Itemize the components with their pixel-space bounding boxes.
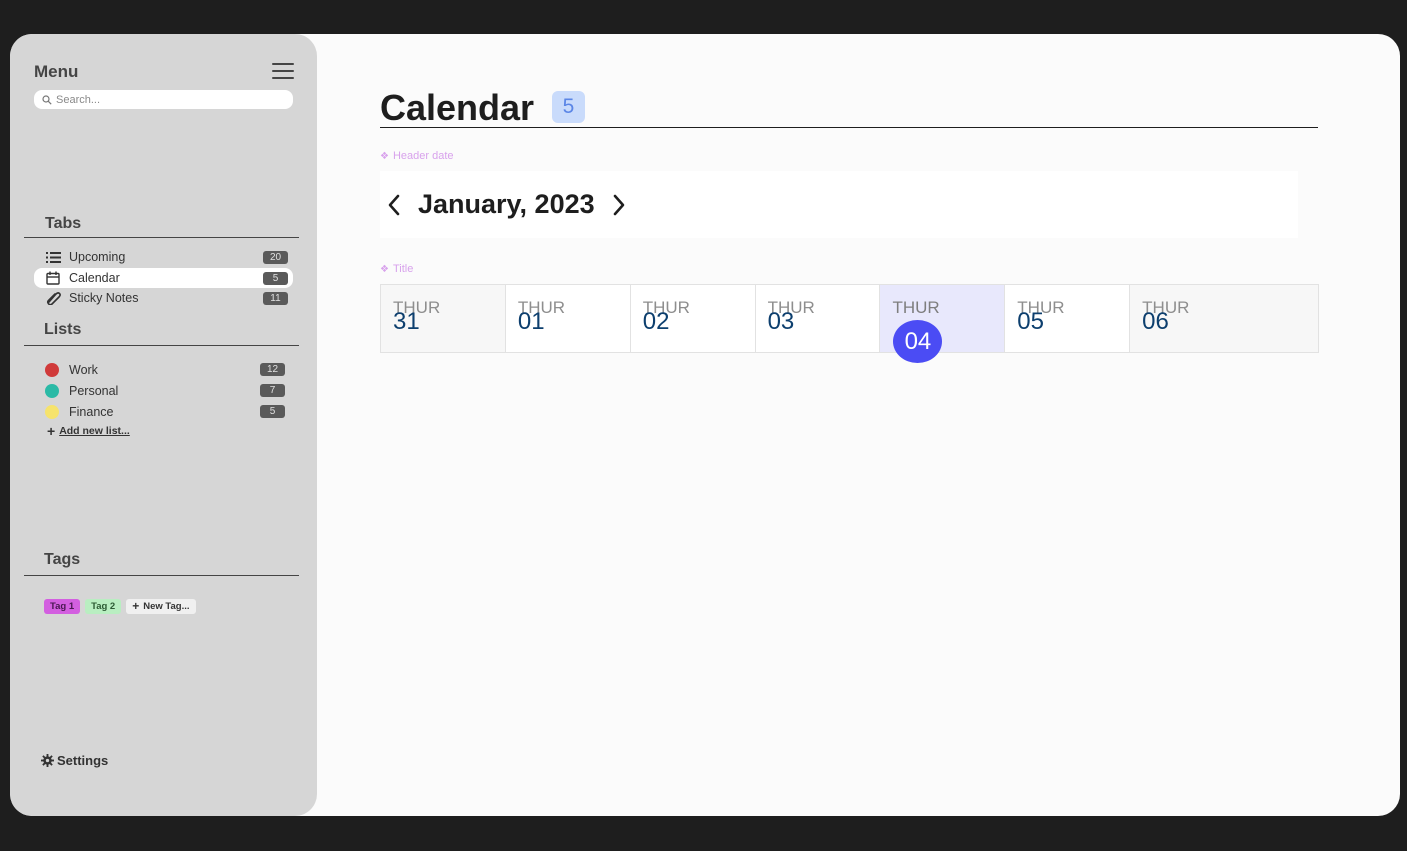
sidebar: Menu Tabs Upcoming 20 <box>10 34 317 816</box>
list-item-label: Personal <box>69 384 119 398</box>
component-diamond-icon: ❖ <box>380 263 389 275</box>
tag-chip-1[interactable]: Tag 1 <box>44 599 81 614</box>
count-badge: 5 <box>260 405 285 418</box>
day-cell[interactable]: THUR 02 <box>630 285 756 352</box>
count-badge: 5 <box>552 91 585 123</box>
finance-color-dot <box>45 405 59 419</box>
plus-icon: + <box>47 423 56 439</box>
page-title: Calendar <box>380 87 535 128</box>
search-icon <box>42 94 52 105</box>
tabs-divider <box>24 237 299 238</box>
count-badge: 11 <box>263 292 288 305</box>
next-month-button[interactable] <box>607 193 631 217</box>
day-cell[interactable]: THUR 31 <box>381 285 506 352</box>
list-item-label: Finance <box>69 405 114 419</box>
component-label-text: Title <box>392 263 414 275</box>
gear-icon <box>41 754 54 767</box>
count-badge: 20 <box>263 251 288 264</box>
list-item-work[interactable]: Work 12 <box>45 361 285 379</box>
day-number: 05 <box>1017 308 1044 335</box>
search-box[interactable] <box>34 90 293 109</box>
new-tag-label: New Tag... <box>143 601 190 612</box>
paperclip-icon <box>45 291 61 305</box>
month-label: January, 2023 <box>418 189 595 219</box>
list-item-finance[interactable]: Finance 5 <box>45 403 285 421</box>
search-input[interactable] <box>56 93 276 106</box>
sidebar-item-calendar[interactable]: Calendar 5 <box>34 268 293 288</box>
calendar-icon <box>45 271 61 285</box>
prev-month-button[interactable] <box>382 193 406 217</box>
list-item-personal[interactable]: Personal 7 <box>45 382 285 400</box>
sidebar-item-sticky-notes[interactable]: Sticky Notes 11 <box>34 288 293 308</box>
sidebar-item-label: Calendar <box>69 271 120 285</box>
hamburger-menu-icon[interactable] <box>272 63 294 81</box>
header-date: January, 2023 <box>380 171 1298 238</box>
component-label-text: Header date <box>392 150 454 162</box>
lists-divider <box>24 345 299 346</box>
plus-icon: + <box>132 599 140 613</box>
day-number: 01 <box>517 308 545 335</box>
add-list-label: Add new list... <box>59 425 130 437</box>
title-divider <box>380 127 1318 128</box>
sidebar-item-label: Upcoming <box>69 250 126 264</box>
tabs-section-title: Tabs <box>45 215 82 232</box>
menu-title: Menu <box>34 62 79 81</box>
tags-section-title: Tags <box>44 551 81 568</box>
settings-label: Settings <box>57 753 109 768</box>
day-cell[interactable]: THUR 05 <box>1005 285 1131 352</box>
lists-section-title: Lists <box>44 321 82 338</box>
tag-chip-2[interactable]: Tag 2 <box>85 599 122 614</box>
list-item-label: Work <box>69 363 98 377</box>
day-number: 03 <box>767 308 795 335</box>
count-badge: 12 <box>260 363 285 376</box>
settings-button[interactable]: Settings <box>41 753 108 768</box>
component-label-title: ❖ Title <box>380 263 413 275</box>
new-tag-button[interactable]: + New Tag... <box>126 599 196 614</box>
week-strip: THUR 31 THUR 01 THUR 02 THUR 03 THUR 04 … <box>380 284 1319 363</box>
day-cell[interactable]: THUR 01 <box>505 285 631 352</box>
day-cell[interactable]: THUR 03 <box>755 285 881 352</box>
count-badge: 7 <box>260 384 285 397</box>
personal-color-dot <box>45 384 59 398</box>
day-cell[interactable]: THUR 06 <box>1130 285 1318 352</box>
chevron-left-icon <box>388 194 400 215</box>
component-label-header-date: ❖ Header date <box>380 150 454 162</box>
count-badge: 5 <box>263 272 288 285</box>
tag-row: Tag 1 Tag 2 + New Tag... <box>44 599 196 614</box>
app-window: Menu Tabs Upcoming 20 <box>10 34 1400 816</box>
day-number: 31 <box>393 308 420 335</box>
selected-day-number: 04 <box>893 320 943 363</box>
sidebar-item-upcoming[interactable]: Upcoming 20 <box>34 247 293 267</box>
day-number: 02 <box>642 308 670 335</box>
day-number: 06 <box>1142 308 1169 335</box>
list-icon <box>45 250 61 264</box>
add-new-list-link[interactable]: + Add new list... <box>47 423 130 439</box>
day-cell-selected[interactable]: THUR 04 <box>880 285 1006 363</box>
chevron-right-icon <box>613 194 624 215</box>
work-color-dot <box>45 363 59 377</box>
component-diamond-icon: ❖ <box>380 150 389 162</box>
sidebar-item-label: Sticky Notes <box>69 291 139 305</box>
day-name: THUR <box>892 298 940 317</box>
tags-divider <box>24 575 299 576</box>
